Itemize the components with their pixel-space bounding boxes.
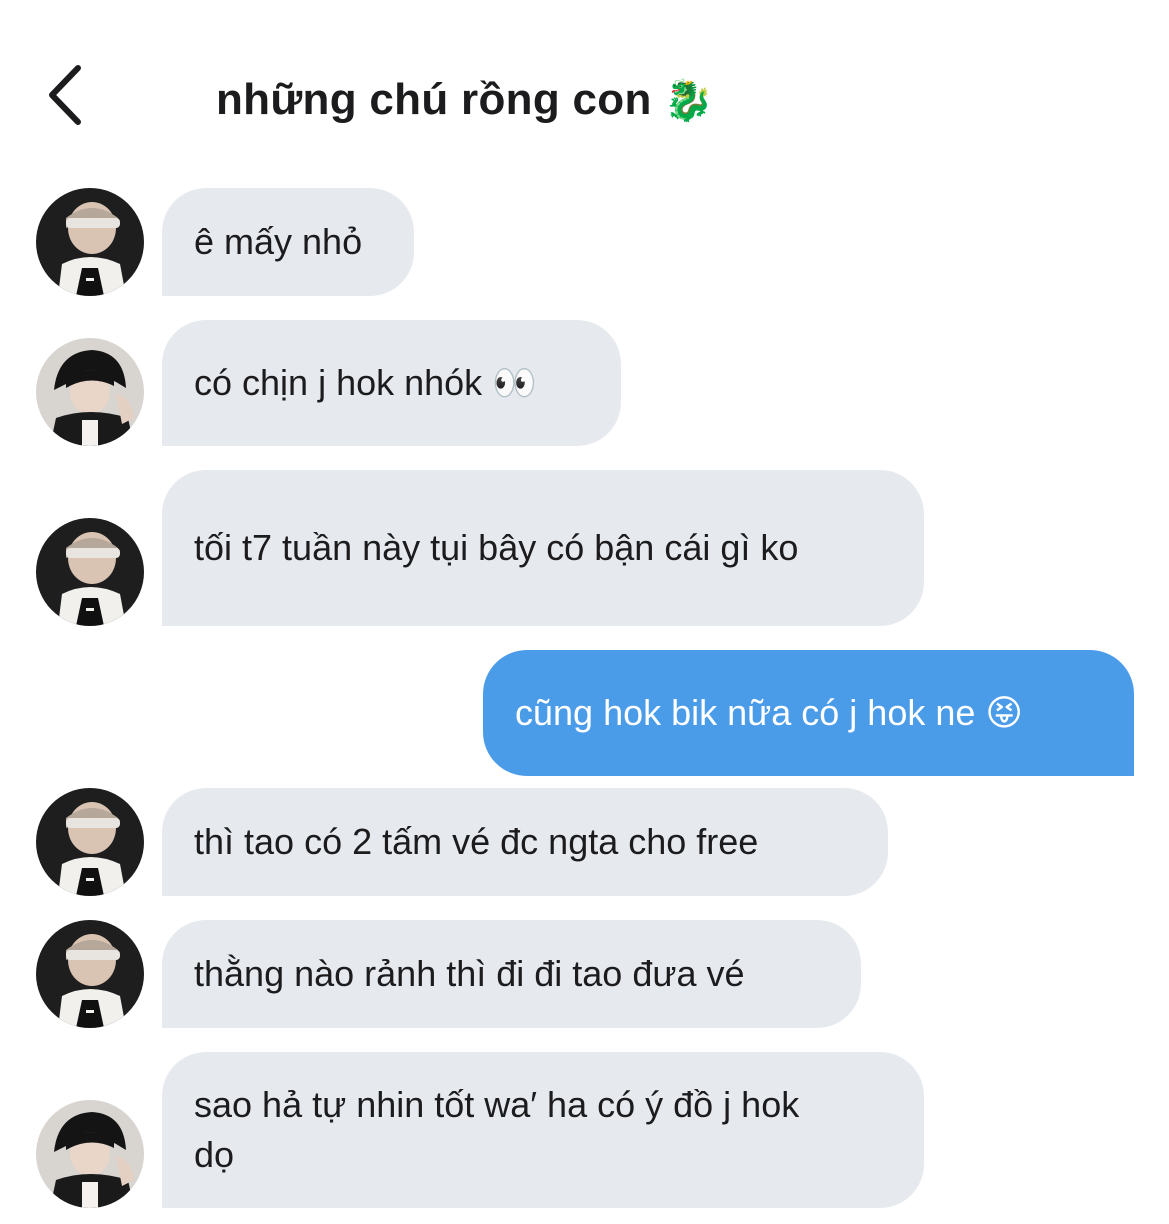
- message-row: tối t7 tuần này tụi bây có bận cái gì ko: [0, 470, 1169, 626]
- message-text: ê mấy nhỏ: [194, 221, 363, 262]
- avatar[interactable]: [36, 188, 144, 296]
- avatar[interactable]: [36, 338, 144, 446]
- message-row: thằng nào rảnh thì đi đi tao đưa vé: [0, 920, 1169, 1028]
- message-text: sao hả tự nhin tốt wa′ ha có ý đồ j hok …: [194, 1084, 800, 1175]
- message-text: tối t7 tuần này tụi bây có bận cái gì ko: [194, 527, 799, 568]
- message-bubble[interactable]: thì tao có 2 tấm vé đc ngta cho free: [162, 788, 888, 896]
- message-bubble[interactable]: ê mấy nhỏ: [162, 188, 414, 296]
- message-text: có chịn j hok nhók 👀: [194, 362, 538, 403]
- avatar[interactable]: [36, 788, 144, 896]
- message-row: thì tao có 2 tấm vé đc ngta cho free: [0, 788, 1169, 896]
- message-bubble[interactable]: sao hả tự nhin tốt wa′ ha có ý đồ j hok …: [162, 1052, 924, 1208]
- message-list[interactable]: ê mấy nhỏ có chịn j hok nhók 👀 tối t7 tu…: [0, 0, 1169, 1224]
- message-text: thằng nào rảnh thì đi đi tao đưa vé: [194, 953, 745, 994]
- message-bubble[interactable]: cũng hok bik nữa có j hok ne 😝: [483, 650, 1134, 776]
- message-row: sao hả tự nhin tốt wa′ ha có ý đồ j hok …: [0, 1052, 1169, 1208]
- avatar[interactable]: [36, 518, 144, 626]
- message-row: có chịn j hok nhók 👀: [0, 320, 1169, 446]
- message-text: thì tao có 2 tấm vé đc ngta cho free: [194, 821, 759, 862]
- avatar[interactable]: [36, 920, 144, 1028]
- message-bubble[interactable]: thằng nào rảnh thì đi đi tao đưa vé: [162, 920, 861, 1028]
- avatar[interactable]: [36, 1100, 144, 1208]
- message-row: ê mấy nhỏ: [0, 188, 1169, 296]
- message-text: cũng hok bik nữa có j hok ne 😝: [515, 692, 1023, 733]
- message-row: cũng hok bik nữa có j hok ne 😝: [0, 650, 1169, 776]
- message-bubble[interactable]: có chịn j hok nhók 👀: [162, 320, 621, 446]
- message-bubble[interactable]: tối t7 tuần này tụi bây có bận cái gì ko: [162, 470, 924, 626]
